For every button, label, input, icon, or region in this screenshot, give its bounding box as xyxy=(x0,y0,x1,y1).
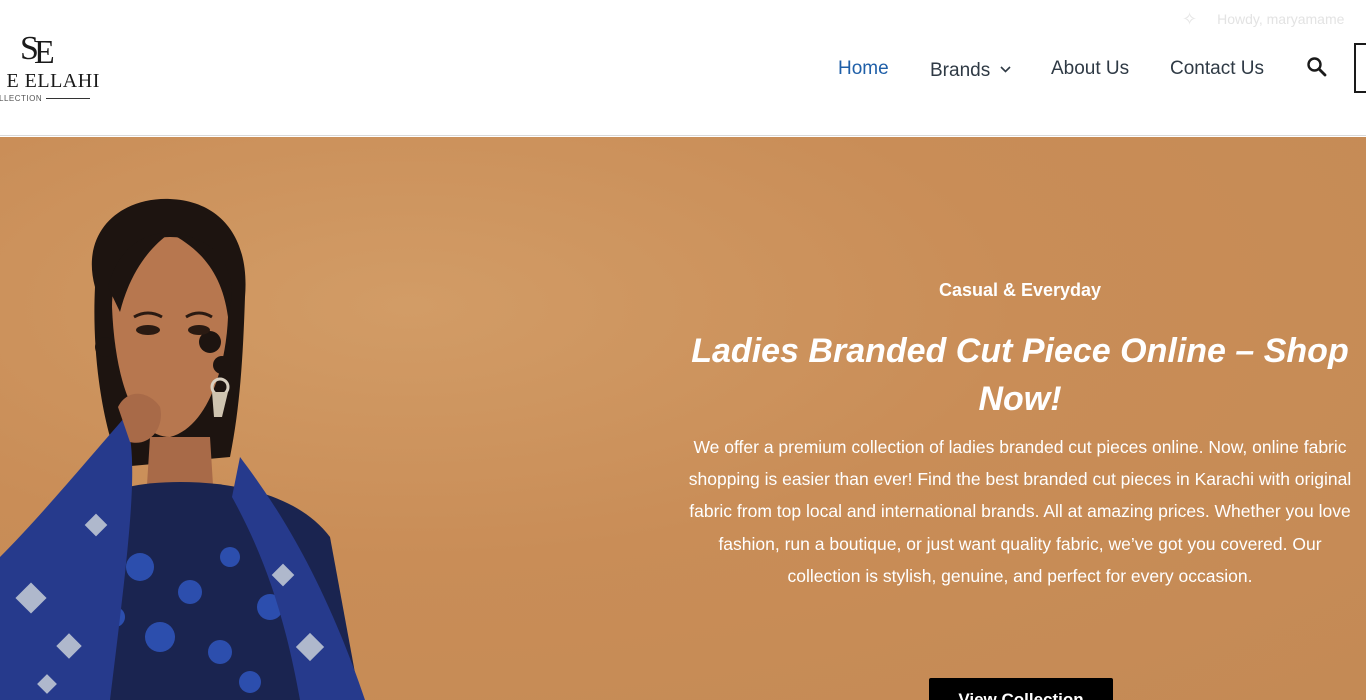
hero-title: Ladies Branded Cut Piece Online – Shop N… xyxy=(691,332,1349,418)
nav-item-contact-us[interactable]: Contact Us xyxy=(1170,56,1264,82)
sparkle-icon: ✧ xyxy=(1182,8,1198,29)
hero-model-image xyxy=(0,198,365,700)
hero-description: We offer a premium collection of ladies … xyxy=(688,437,1352,586)
site-header: SE N E ELLAHI COLLECTION ✧ Howdy, maryam… xyxy=(0,0,1366,136)
logo-name: N E ELLAHI xyxy=(0,70,100,92)
logo-monogram: SE xyxy=(20,30,55,71)
admin-greeting: Howdy, maryamame xyxy=(1217,11,1345,27)
hero-eyebrow: Casual & Everyday xyxy=(938,280,1102,300)
search-icon[interactable] xyxy=(1306,56,1330,80)
nav-item-home[interactable]: Home xyxy=(838,56,889,82)
chevron-down-icon xyxy=(1000,56,1011,82)
view-collection-button[interactable]: View Collection xyxy=(929,678,1113,700)
nav-item-brands-label: Brands xyxy=(930,60,991,81)
logo-tagline: COLLECTION xyxy=(0,94,91,103)
nav-item-brands[interactable]: Brands xyxy=(930,56,1011,82)
nav-item-about-us[interactable]: About Us xyxy=(1051,56,1129,82)
admin-bar[interactable]: ✧ Howdy, maryamame xyxy=(1182,8,1344,30)
cart-icon[interactable] xyxy=(1354,43,1366,93)
site-logo[interactable]: SE N E ELLAHI COLLECTION xyxy=(0,30,126,106)
hero-banner: Casual & Everyday Ladies Branded Cut Pie… xyxy=(0,137,1366,700)
page: SE N E ELLAHI COLLECTION ✧ Howdy, maryam… xyxy=(0,0,1366,700)
